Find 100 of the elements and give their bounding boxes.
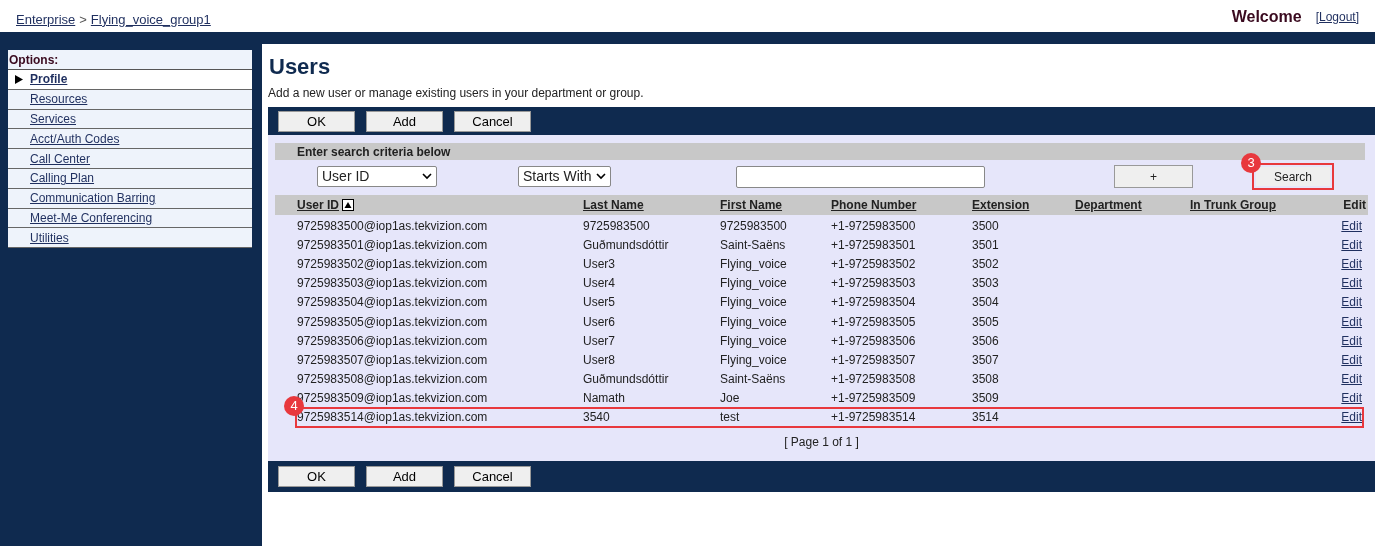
edit-link[interactable]: Edit — [1312, 274, 1362, 293]
table-cell-text: 3507 — [972, 351, 1000, 369]
sidebar-link[interactable]: Communication Barring — [30, 189, 156, 208]
table-cell-text: 3509 — [972, 390, 1000, 408]
action-button[interactable]: OK — [278, 466, 355, 487]
table-cell-text: Saint-Saëns — [720, 236, 787, 254]
table-cell-text: 9725983500@iop1as.tekvizion.com — [297, 217, 489, 235]
table-cell-text: Namath — [583, 390, 627, 408]
edit-link[interactable]: Edit — [1312, 389, 1362, 408]
table-cell-text: Flying_voice — [720, 351, 788, 369]
table-cell-text: 3505 — [972, 313, 1000, 331]
table-cell-text: +1-9725983506 — [831, 332, 917, 350]
table-cell-text: +1-9725983502 — [831, 255, 917, 273]
table-cell-text: Flying_voice — [720, 332, 788, 350]
breadcrumb-link[interactable]: Flying_voice_group1 — [90, 9, 211, 29]
chevron-icon — [596, 173, 606, 180]
table-cell-text: User6 — [583, 313, 616, 331]
table-cell-text: 9725983502@iop1as.tekvizion.com — [297, 255, 489, 273]
table-cell-text: 9725983500 — [583, 217, 651, 235]
table-cell-text: Guðmundsdóttir — [583, 236, 670, 254]
table-cell-text: Joe — [720, 390, 741, 408]
table-cell-text: 3504 — [972, 294, 1000, 312]
action-button[interactable]: Cancel — [454, 110, 531, 132]
table-cell-text: Flying_voice — [720, 294, 788, 312]
action-button[interactable]: Add — [366, 466, 443, 487]
table-cell-text: 9725983509@iop1as.tekvizion.com — [297, 390, 489, 406]
sidebar-link[interactable]: Calling Plan — [30, 169, 95, 188]
table-cell-text: +1-9725983507 — [831, 351, 917, 369]
sidebar-link[interactable]: Call Center — [30, 149, 91, 168]
table-cell-text: +1-9725983504 — [831, 294, 917, 312]
table-cell-text: Saint-Saëns — [720, 371, 787, 389]
edit-link[interactable]: Edit — [1312, 331, 1362, 350]
column-header-link[interactable]: First Name — [720, 196, 783, 214]
column-header-link[interactable]: Phone Number — [831, 196, 917, 214]
table-cell-text: User8 — [583, 351, 616, 369]
sidebar-link[interactable]: Profile — [30, 70, 68, 89]
table-cell-text: 9725983508@iop1as.tekvizion.com — [297, 371, 489, 389]
breadcrumb-link[interactable]: Enterprise — [16, 9, 76, 29]
edit-link[interactable]: Edit — [1312, 350, 1362, 369]
column-header-link[interactable]: Department — [1075, 196, 1142, 214]
table-cell-text: 9725983506@iop1as.tekvizion.com — [297, 332, 489, 350]
table-cell-text: Guðmundsdóttir — [583, 371, 670, 389]
column-header: Edit — [1342, 197, 1366, 214]
edit-link[interactable]: Edit — [1312, 216, 1362, 235]
table-cell-text: User7 — [583, 332, 616, 350]
action-button[interactable]: OK — [278, 110, 355, 132]
dropdown-select[interactable]: Starts With — [518, 166, 611, 187]
table-cell-text: 9725983503@iop1as.tekvizion.com — [297, 275, 489, 293]
table-cell-text: 3503 — [972, 275, 1000, 293]
search-button[interactable]: Search — [1256, 167, 1330, 186]
edit-link[interactable]: Edit — [1312, 254, 1362, 273]
table-cell-text: 9725983501@iop1as.tekvizion.com — [297, 236, 489, 254]
table-cell-text: +1-9725983514 — [831, 409, 917, 427]
sidebar-link[interactable]: Utilities — [30, 228, 69, 247]
table-cell-text: User5 — [583, 294, 616, 312]
table-cell-text: +1-9725983508 — [831, 371, 917, 389]
sidebar-link[interactable]: Acct/Auth Codes — [30, 129, 120, 148]
chevron-icon — [422, 173, 432, 180]
table-cell-text: +1-9725983505 — [831, 313, 917, 331]
table-cell-text: +1-9725983501 — [831, 236, 917, 254]
edit-link[interactable]: Edit — [1312, 235, 1362, 254]
edit-link[interactable]: Edit — [1312, 312, 1362, 331]
column-header-link[interactable]: User ID — [297, 196, 340, 214]
table-cell-text: User4 — [583, 275, 616, 293]
table-cell-text: 3540 — [583, 409, 611, 427]
edit-link[interactable]: Edit — [1312, 370, 1362, 389]
column-header-link[interactable]: Last Name — [583, 196, 644, 214]
table-cell-text: +1-9725983500 — [831, 217, 917, 235]
table-cell-text: +1-9725983503 — [831, 275, 917, 293]
table-cell-text: 3502 — [972, 255, 1000, 273]
table-cell-text: +1-9725983509 — [831, 390, 917, 408]
sort-ascending-icon[interactable] — [342, 199, 355, 211]
table-cell-text: 9725983514@iop1as.tekvizion.com — [297, 410, 489, 427]
table-cell-text: 3500 — [972, 217, 1000, 235]
breadcrumb-separator: > — [79, 10, 87, 29]
page-description: Add a new user or manage existing users in your department or group. — [268, 86, 645, 100]
dropdown-select[interactable]: User ID — [317, 166, 437, 187]
search-input[interactable] — [736, 165, 985, 188]
logout-link[interactable]: [Logout] — [1315, 8, 1359, 26]
column-header-link[interactable]: In Trunk Group — [1190, 196, 1276, 214]
table-cell-text: 3508 — [972, 371, 1000, 389]
edit-link[interactable]: Edit — [1312, 293, 1362, 312]
page-info: [ Page 1 of 1 ] — [783, 434, 860, 452]
edit-link[interactable]: Edit — [1312, 408, 1362, 427]
welcome-text: Welcome — [1231, 7, 1302, 27]
sidebar-link[interactable]: Resources — [30, 90, 88, 109]
action-button[interactable]: Add — [366, 110, 443, 132]
page-title: Users — [269, 54, 332, 80]
table-cell-text: 9725983507@iop1as.tekvizion.com — [297, 351, 489, 369]
table-cell-text: 9725983500 — [720, 217, 788, 235]
sidebar-link[interactable]: Services — [30, 110, 76, 128]
sidebar-link[interactable]: Meet-Me Conferencing — [30, 208, 153, 227]
table-cell-text: 3506 — [972, 332, 1000, 350]
action-button[interactable]: Cancel — [454, 466, 531, 487]
table-cell-text: 9725983505@iop1as.tekvizion.com — [297, 313, 489, 331]
column-header-link[interactable]: Extension — [972, 196, 1030, 214]
table-cell-text: 9725983504@iop1as.tekvizion.com — [297, 294, 489, 312]
table-cell-text: 3514 — [972, 409, 1000, 427]
add-criteria-button[interactable]: + — [1114, 165, 1193, 188]
table-cell-text: Flying_voice — [720, 275, 788, 293]
